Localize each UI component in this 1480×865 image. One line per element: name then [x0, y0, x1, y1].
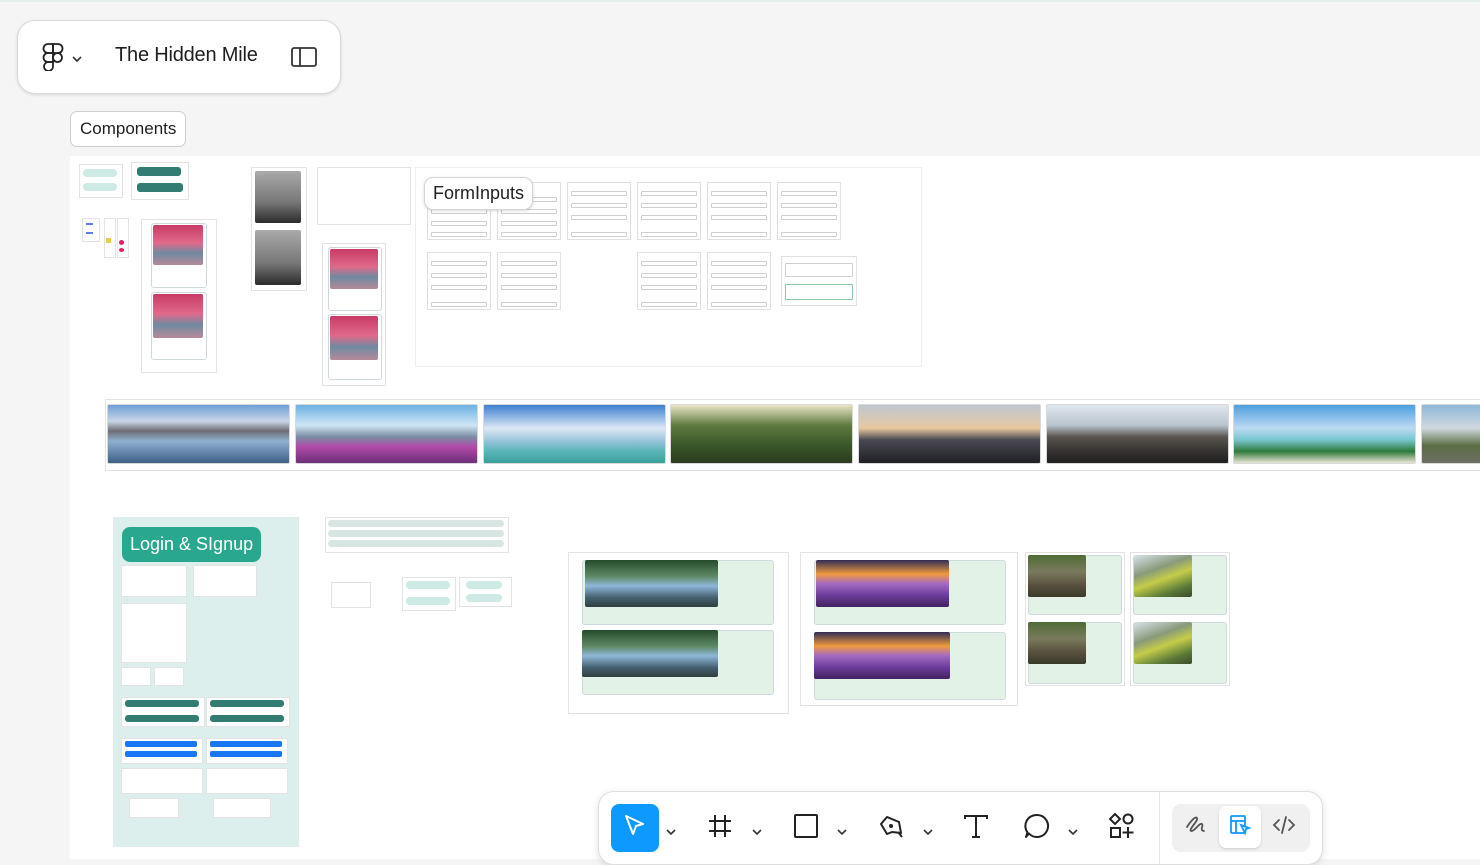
file-name[interactable]: The Hidden Mile: [115, 44, 258, 67]
mode-switcher: [1172, 804, 1310, 852]
move-tool-button[interactable]: [611, 804, 659, 852]
bottom-toolbar: [598, 791, 1323, 865]
shape-tool-button[interactable]: [782, 804, 830, 852]
text-tool-button[interactable]: [952, 804, 1000, 852]
section-label-components[interactable]: Components: [70, 111, 187, 147]
landscape-photo: [1421, 404, 1480, 464]
pen-tool-chevron-down-icon[interactable]: [923, 823, 933, 841]
toggle-sidebar-icon[interactable]: [291, 47, 317, 72]
frame-tool-chevron-down-icon[interactable]: [752, 823, 762, 841]
design-mode-button[interactable]: [1219, 806, 1261, 848]
hash-frame-icon: [707, 813, 733, 844]
landscape-photo: [1233, 404, 1416, 464]
rectangle-icon: [793, 813, 819, 844]
landscape-photo: [483, 404, 666, 464]
shape-tool-chevron-down-icon[interactable]: [837, 823, 847, 841]
landscape-photo: [295, 404, 478, 464]
comment-tool-button[interactable]: [1013, 804, 1061, 852]
scribble-icon: [1184, 813, 1208, 842]
draw-mode-button[interactable]: [1175, 806, 1217, 848]
text-icon: [963, 813, 989, 844]
shapes-plus-icon: [1108, 812, 1136, 845]
landscape-photo: [1046, 404, 1229, 464]
file-title-bar: The Hidden Mile: [17, 20, 341, 94]
toolbar-divider: [1159, 792, 1160, 864]
landscape-photo: [670, 404, 853, 464]
frame-label-login-signup[interactable]: Login & SIgnup: [122, 527, 262, 562]
comment-tool-chevron-down-icon[interactable]: [1068, 823, 1078, 841]
empty-frame[interactable]: [317, 167, 411, 225]
frame-label-forminputs[interactable]: FormInputs: [424, 177, 534, 210]
pen-tool-button[interactable]: [867, 804, 915, 852]
landscape-photo: [107, 404, 290, 464]
main-menu-chevron-down-icon[interactable]: [72, 50, 82, 68]
figma-logo-icon[interactable]: [42, 43, 64, 76]
frame-tool-button[interactable]: [696, 804, 744, 852]
top-edge: [0, 0, 1480, 2]
move-tool-chevron-down-icon[interactable]: [666, 823, 676, 841]
comment-icon: [1024, 813, 1050, 844]
pointer-icon: [622, 813, 648, 844]
dev-mode-button[interactable]: [1263, 806, 1305, 848]
actions-tool-button[interactable]: [1098, 804, 1146, 852]
pen-icon: [877, 812, 905, 845]
design-layout-icon: [1228, 813, 1252, 842]
code-icon: [1272, 813, 1296, 842]
landscape-photo: [858, 404, 1041, 464]
